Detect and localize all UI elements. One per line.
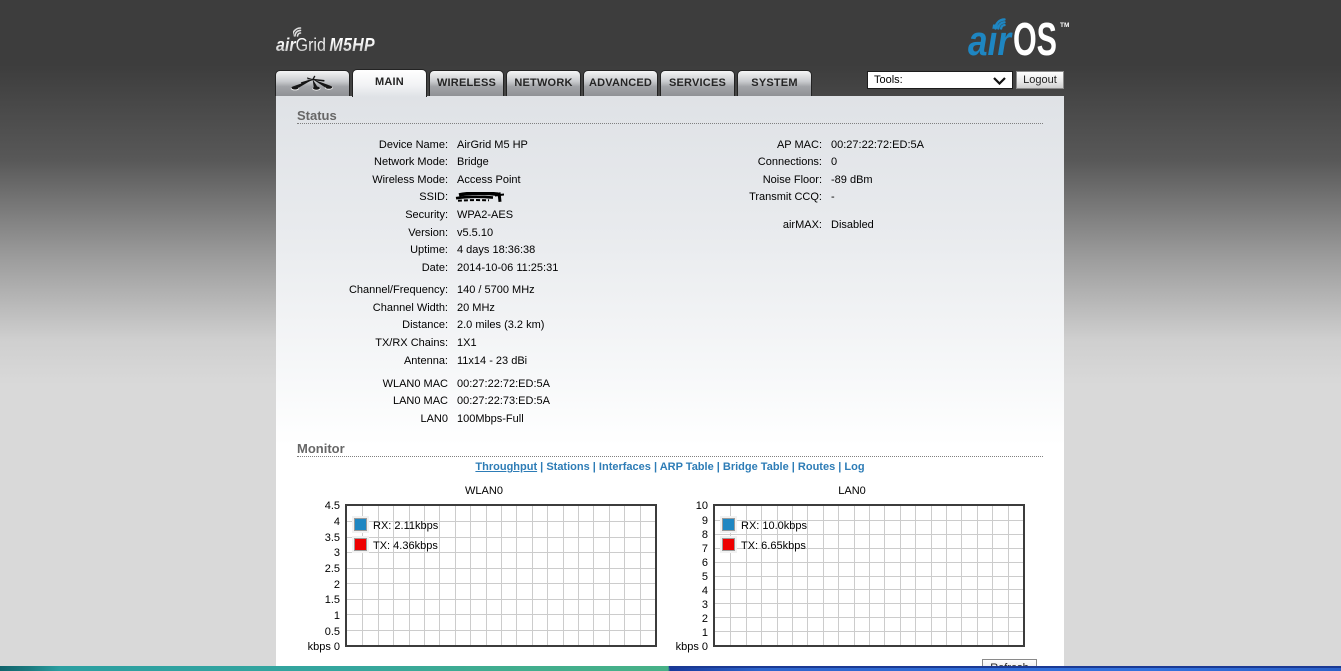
svg-text:TM: TM: [1060, 22, 1069, 29]
svg-text:OS: OS: [1013, 14, 1057, 59]
svg-text:air: air: [968, 17, 1013, 59]
